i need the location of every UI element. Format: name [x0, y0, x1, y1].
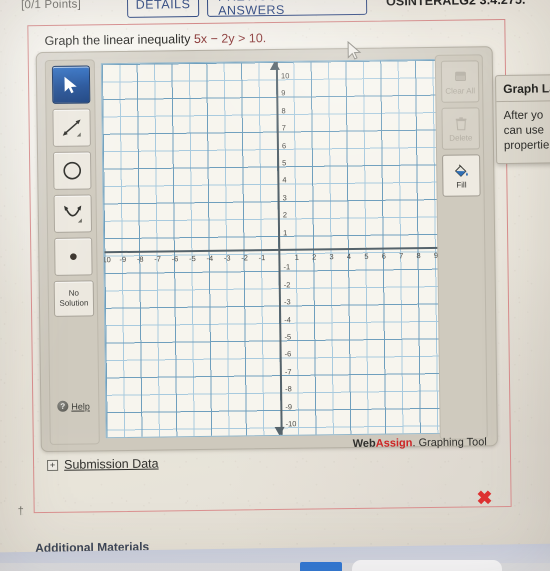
y-tick-label: -9	[285, 401, 293, 411]
y-tick-label: 4	[282, 175, 287, 185]
expand-icon[interactable]: +	[47, 459, 59, 471]
circle-tool[interactable]	[52, 151, 92, 190]
popup-line-2: can use	[503, 124, 545, 137]
incorrect-x-icon: ✖	[476, 488, 493, 510]
line-segment-icon	[62, 119, 81, 137]
help-link[interactable]: ? Help	[57, 400, 90, 412]
graph-left-toolbar: No Solution ? Help	[44, 59, 100, 445]
graph-layers-popup: Graph La After yo can use propertie	[495, 73, 550, 165]
select-tool[interactable]	[51, 65, 91, 104]
x-tick-label: -3	[223, 253, 231, 263]
y-tick-label: -5	[284, 332, 292, 342]
x-tick-label: 8	[416, 251, 421, 261]
taskbar-white-pill	[352, 560, 502, 571]
x-tick-label: -2	[241, 253, 248, 263]
circle-icon	[63, 161, 82, 180]
delete-label: Delete	[449, 132, 473, 143]
y-tick-label: -4	[284, 314, 291, 324]
mouse-cursor	[347, 40, 362, 67]
x-tick-label: -10	[100, 255, 111, 265]
y-tick-label: -1	[283, 262, 291, 272]
clear-all-button[interactable]: Clear All	[440, 60, 480, 103]
y-tick-label: 2	[282, 210, 288, 220]
fill-button[interactable]: Fill	[442, 154, 481, 197]
submission-data-row[interactable]: + Submission Data	[47, 457, 159, 472]
y-tick-label: 9	[281, 88, 286, 98]
webassign-brand: WebAssign. Graphing Tool	[353, 436, 487, 450]
y-tick-label: -3	[283, 297, 291, 307]
point-tool[interactable]	[54, 237, 93, 276]
no-solution-button[interactable]: No Solution	[53, 280, 95, 317]
submission-data-link[interactable]: Submission Data	[64, 457, 159, 472]
y-tick-label: -6	[284, 349, 292, 359]
no-solution-label-line2: Solution	[59, 298, 89, 308]
popup-title: Graph La	[496, 74, 550, 103]
paint-bucket-icon	[454, 164, 468, 177]
x-tick-label: 3	[329, 252, 334, 262]
line-tool[interactable]	[52, 108, 91, 147]
popup-line-3: propertie	[503, 139, 550, 152]
y-tick-label: -8	[285, 384, 292, 394]
question-equation: 5x − 2y > 10.	[193, 31, 267, 47]
y-tick-label: 8	[281, 106, 286, 116]
x-tick-label: -4	[206, 253, 214, 263]
webassign-graphing-tool[interactable]: No Solution ? Help -10 -9 -8 -7 -6 -5 -4…	[35, 46, 498, 453]
previous-answers-button[interactable]: PREVIOUS ANSWERS	[206, 0, 368, 18]
question-prompt: Graph the linear inequality 5x − 2y > 10…	[44, 31, 266, 48]
help-icon: ?	[57, 400, 69, 412]
x-tick-label: -9	[119, 254, 127, 265]
brand-web: Web	[352, 437, 376, 451]
y-tick-label: 6	[281, 140, 287, 150]
x-tick-label: 2	[312, 252, 317, 262]
popup-body: After yo can use propertie	[496, 101, 550, 164]
x-tick-label: 7	[399, 251, 404, 261]
graph-right-toolbar: Clear All Delete Fill	[434, 54, 488, 440]
dagger-symbol: †	[17, 505, 24, 518]
y-tick-label: 5	[282, 158, 287, 168]
clear-all-label: Clear All	[445, 85, 476, 96]
y-tick-label: -2	[283, 280, 291, 290]
y-tick-label: 7	[281, 123, 286, 133]
parabola-tool[interactable]	[53, 194, 93, 233]
brand-suffix: . Graphing Tool	[412, 436, 487, 450]
trash-icon	[455, 116, 466, 130]
x-tick-label: -8	[136, 254, 144, 264]
y-tick-label: -7	[284, 367, 292, 377]
y-tick-label: 10	[280, 71, 290, 81]
assignment-code: OSINTERALG2 3.4.275.	[385, 0, 526, 9]
eraser-icon	[454, 71, 466, 81]
x-tick-label: 5	[364, 251, 369, 261]
cursor-arrow-icon	[347, 40, 362, 60]
y-axis-arrow-bottom	[274, 426, 285, 437]
no-solution-label-line1: No	[68, 288, 79, 298]
screenshot-root: [0/1 Points] DETAILS PREVIOUS ANSWERS OS…	[0, 0, 550, 571]
graph-canvas[interactable]: -10-9-8-7-6-5-4-3-2-112345678910 1098765…	[100, 58, 454, 439]
y-tick-label: 3	[282, 193, 287, 203]
points-label: [0/1 Points]	[20, 0, 82, 12]
help-label: Help	[71, 400, 90, 412]
page-content: [0/1 Points] DETAILS PREVIOUS ANSWERS OS…	[0, 0, 550, 571]
y-tick-label: -10	[285, 419, 297, 429]
x-tick-label: -6	[171, 254, 179, 264]
question-prompt-text: Graph the linear inequality	[44, 32, 195, 49]
details-button[interactable]: DETAILS	[126, 0, 200, 18]
x-tick-label: -7	[154, 254, 161, 264]
fill-label: Fill	[456, 180, 467, 190]
x-tick-label: 1	[294, 252, 299, 262]
delete-button[interactable]: Delete	[441, 107, 480, 150]
popup-line-1: After yo	[503, 109, 544, 122]
x-tick-label: -1	[258, 253, 266, 263]
x-tick-label: 4	[346, 252, 352, 262]
y-tick-label: 1	[282, 227, 288, 237]
y-axis-arrow-top	[269, 60, 280, 71]
taskbar-blue-chip	[300, 562, 342, 571]
x-tick-label: -5	[188, 254, 196, 264]
dot-icon	[70, 253, 77, 260]
parabola-icon	[64, 205, 82, 223]
x-tick-label: 6	[381, 251, 386, 261]
cursor-arrow-icon	[64, 76, 77, 93]
brand-assign: Assign	[375, 437, 413, 450]
